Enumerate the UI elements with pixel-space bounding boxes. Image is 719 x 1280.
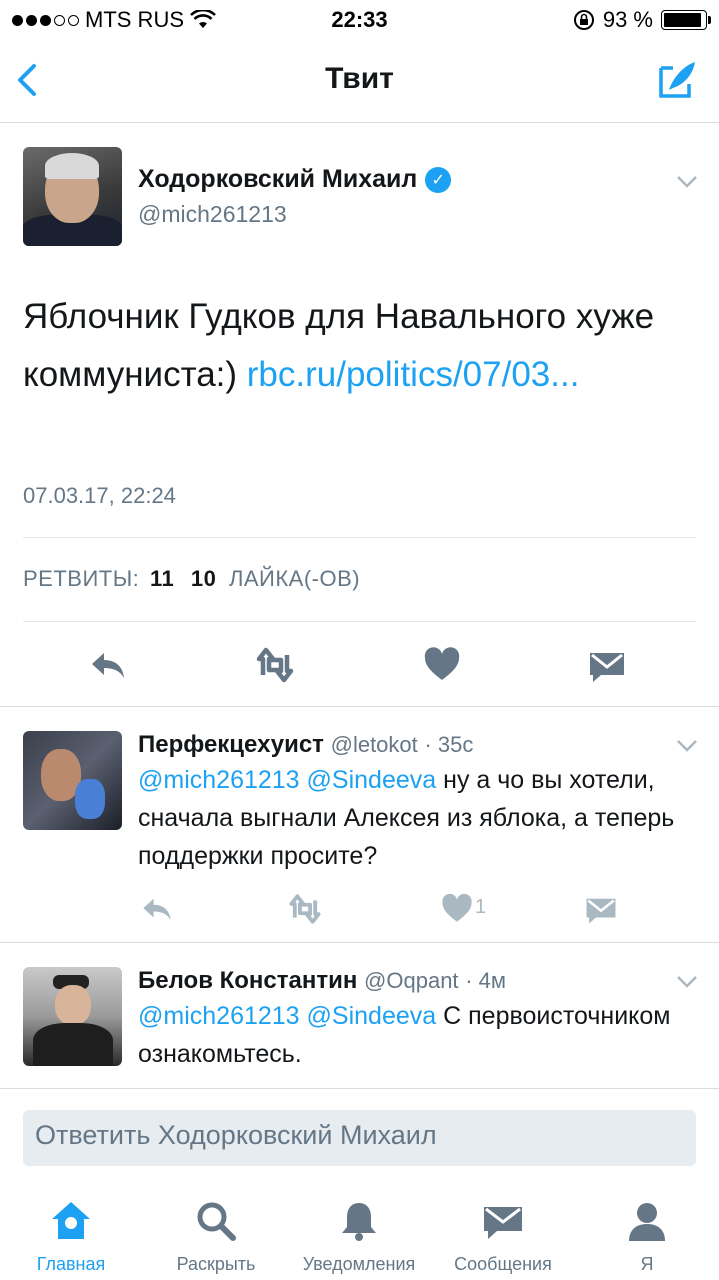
- tab-me-label: Я: [640, 1254, 654, 1274]
- retweet-icon[interactable]: [286, 892, 324, 926]
- mention-link[interactable]: @mich261213: [138, 766, 300, 794]
- direct-message-icon[interactable]: [587, 645, 627, 685]
- author-name-text: Ходорковский Михаил: [138, 165, 418, 193]
- mention-link[interactable]: @Sindeeva: [307, 766, 437, 794]
- reply-actions: 1: [138, 892, 638, 932]
- divider: [0, 1088, 719, 1089]
- reply-header: Перфекцехуист @letokot · 35с: [138, 731, 473, 759]
- reply-header: Белов Константин @Oqpant · 4м: [138, 967, 506, 995]
- status-right: 93 %: [573, 7, 711, 33]
- tab-explore-label: Раскрыть: [176, 1254, 256, 1274]
- status-bar: MTS RUS 22:33 93 %: [0, 0, 719, 40]
- tab-bar: Главная Раскрыть Уведомления Сообщения Я: [0, 1185, 719, 1280]
- divider: [0, 706, 719, 707]
- reply-time: · 35с: [424, 732, 474, 757]
- mention-link[interactable]: @Sindeeva: [307, 1002, 437, 1030]
- avatar[interactable]: [23, 731, 122, 830]
- tab-home[interactable]: Главная: [1, 1185, 141, 1275]
- retweets-count[interactable]: 11: [150, 566, 174, 591]
- retweet-icon[interactable]: [253, 645, 297, 685]
- page-title: Твит: [325, 62, 394, 95]
- avatar[interactable]: [23, 967, 122, 1066]
- reply-icon[interactable]: [88, 645, 128, 685]
- tab-messages-label: Сообщения: [454, 1254, 552, 1274]
- likes-label[interactable]: ЛАЙКА(-ОВ): [229, 566, 360, 591]
- tab-notifications[interactable]: Уведомления: [289, 1185, 429, 1275]
- chevron-down-icon[interactable]: [676, 739, 698, 753]
- retweets-label[interactable]: РЕТВИТЫ:: [23, 566, 139, 591]
- envelope-icon: [484, 1207, 522, 1239]
- tweet-stats: РЕТВИТЫ: 11 10 ЛАЙКА(-ОВ): [23, 566, 360, 592]
- author-name[interactable]: Ходорковский Михаил ✓: [138, 165, 452, 194]
- tweet-link[interactable]: rbc.ru/politics/07/03...: [247, 355, 580, 394]
- reply-author-handle[interactable]: @letokot: [331, 732, 418, 757]
- avatar[interactable]: [23, 147, 122, 246]
- chevron-down-icon[interactable]: [676, 175, 698, 189]
- verified-badge-icon: ✓: [425, 166, 452, 193]
- mention-link[interactable]: @mich261213: [138, 1002, 300, 1030]
- rotation-lock-icon: [573, 10, 594, 30]
- person-icon: [629, 1203, 665, 1241]
- tab-notifications-label: Уведомления: [302, 1254, 416, 1274]
- search-icon: [197, 1202, 236, 1241]
- tab-me[interactable]: Я: [577, 1185, 717, 1275]
- divider: [0, 942, 719, 943]
- compose-tweet-icon[interactable]: [657, 58, 699, 100]
- direct-message-icon[interactable]: [584, 892, 618, 926]
- reply-icon[interactable]: [140, 892, 174, 926]
- bell-icon: [342, 1203, 376, 1241]
- battery-percent: 93 %: [602, 7, 653, 32]
- battery-icon: [661, 10, 711, 30]
- like-heart-icon[interactable]: [422, 645, 462, 685]
- tweet-timestamp: 07.03.17, 22:24: [23, 483, 176, 508]
- divider: [23, 537, 696, 538]
- tab-messages[interactable]: Сообщения: [433, 1185, 573, 1275]
- reply-author-name[interactable]: Перфекцехуист: [138, 731, 324, 758]
- author-handle[interactable]: @mich261213: [138, 201, 287, 228]
- tweet-text: Яблочник Гудков для Навального хуже комм…: [23, 288, 703, 404]
- divider: [23, 621, 696, 622]
- reply-time: · 4м: [465, 968, 507, 993]
- reply-text: @mich261213 @Sindeeva ну а чо вы хотели,…: [138, 761, 698, 875]
- like-heart-icon[interactable]: [440, 892, 474, 926]
- reply-input[interactable]: Ответить Ходорковский Михаил: [23, 1110, 696, 1166]
- likes-count[interactable]: 10: [191, 566, 216, 591]
- tweet-actions: [0, 633, 719, 695]
- home-icon: [52, 1202, 90, 1239]
- tab-home-label: Главная: [36, 1254, 106, 1274]
- tab-explore[interactable]: Раскрыть: [146, 1185, 286, 1275]
- like-count: 1: [475, 896, 487, 918]
- reply-author-handle[interactable]: @Oqpant: [364, 968, 459, 993]
- reply-author-name[interactable]: Белов Константин: [138, 967, 357, 994]
- chevron-down-icon[interactable]: [676, 975, 698, 989]
- navigation-bar: Твит: [0, 40, 719, 123]
- reply-text: @mich261213 @Sindeeva С первоисточником …: [138, 997, 698, 1073]
